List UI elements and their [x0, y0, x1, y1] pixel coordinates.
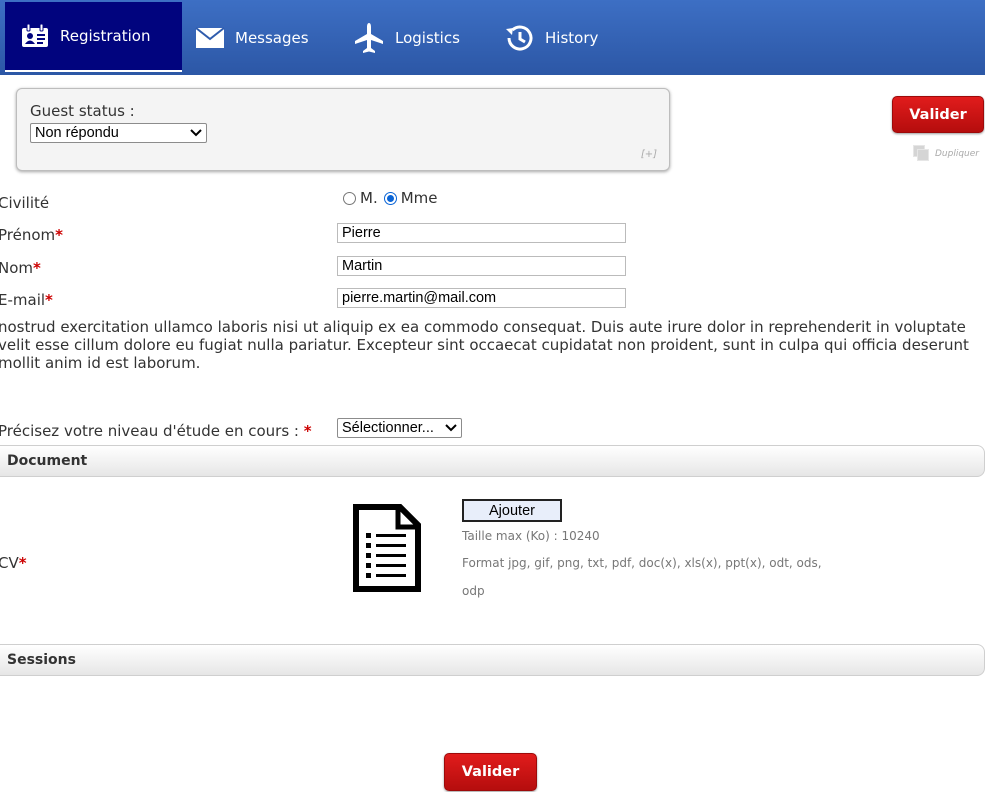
chevron-down-icon	[190, 125, 202, 141]
airplane-icon	[353, 22, 385, 54]
civilite-radio-group: M. Mme	[343, 189, 438, 207]
tab-messages[interactable]: Messages	[195, 2, 309, 74]
radio-m-label: M.	[360, 189, 378, 207]
sessions-section-title: Sessions	[7, 652, 76, 668]
niveau-etude-selected-value: Sélectionner...	[342, 420, 434, 436]
document-section-title: Document	[7, 453, 88, 469]
email-label: E-mail*	[0, 291, 53, 309]
sessions-section-header[interactable]: Sessions	[0, 644, 985, 676]
radio-mme[interactable]	[383, 191, 397, 205]
id-card-icon	[20, 23, 50, 49]
envelope-icon	[195, 27, 225, 49]
document-section-header[interactable]: Document	[0, 445, 985, 477]
nom-input[interactable]: Martin	[337, 256, 626, 276]
duplicate-icon	[913, 145, 929, 161]
expand-link[interactable]: [+]	[641, 149, 657, 160]
tab-registration-label: Registration	[60, 27, 151, 45]
formats-info-line1: Format jpg, gif, png, txt, pdf, doc(x), …	[462, 556, 822, 570]
guest-status-panel: Guest status : Non répondu [+]	[16, 88, 670, 171]
email-input[interactable]: pierre.martin@mail.com	[337, 288, 626, 308]
nom-label: Nom*	[0, 259, 41, 277]
guest-status-label: Guest status :	[30, 102, 135, 120]
valider-button-top[interactable]: Valider	[892, 96, 984, 133]
valider-button-bottom[interactable]: Valider	[444, 753, 537, 791]
cv-label: CV*	[0, 554, 27, 572]
radio-mme-label: Mme	[400, 189, 438, 207]
tab-logistics[interactable]: Logistics	[353, 2, 460, 74]
history-clock-icon	[503, 23, 535, 53]
tab-registration[interactable]: Registration	[5, 2, 182, 72]
tab-history[interactable]: History	[503, 2, 598, 74]
radio-m[interactable]	[343, 191, 356, 205]
dupliquer-label: Dupliquer	[935, 149, 980, 159]
chevron-down-icon	[445, 420, 457, 436]
document-file-icon	[352, 503, 422, 597]
max-size-info: Taille max (Ko) : 10240	[462, 529, 600, 543]
civilite-label: Civilité	[0, 194, 50, 212]
guest-status-selected-value: Non répondu	[35, 125, 119, 141]
prenom-label: Prénom*	[0, 226, 64, 244]
tab-messages-label: Messages	[235, 29, 309, 47]
dupliquer-link[interactable]: Dupliquer	[913, 145, 980, 161]
niveau-etude-select[interactable]: Sélectionner...	[337, 418, 462, 438]
tab-history-label: History	[545, 29, 599, 47]
ajouter-button[interactable]: Ajouter	[462, 499, 562, 522]
tab-logistics-label: Logistics	[395, 29, 460, 47]
guest-status-select[interactable]: Non répondu	[30, 123, 207, 143]
formats-info-line2: odp	[462, 584, 485, 598]
prenom-input[interactable]: Pierre	[337, 223, 626, 243]
niveau-etude-label: Précisez votre niveau d'étude en cours :…	[0, 422, 312, 440]
top-navigation-bar: Registration Messages Logistics History	[0, 0, 985, 75]
description-paragraph: nostrud exercitation ullamco laboris nis…	[0, 318, 969, 372]
